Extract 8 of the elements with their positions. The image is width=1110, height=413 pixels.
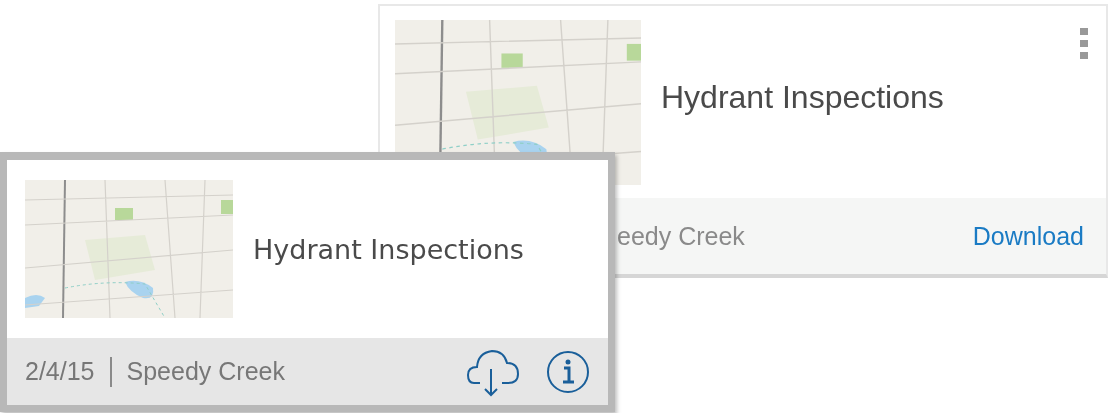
location-text: eedy Creek (617, 221, 745, 251)
card-title: Hydrant Inspections (253, 233, 524, 265)
more-options-icon[interactable] (1080, 28, 1088, 60)
download-link[interactable]: Download (972, 221, 1084, 251)
location-text: Speedy Creek (126, 357, 285, 386)
date-text: 2/4/15 (25, 357, 95, 386)
info-icon[interactable] (546, 349, 590, 394)
card-title: Hydrant Inspections (661, 78, 944, 116)
